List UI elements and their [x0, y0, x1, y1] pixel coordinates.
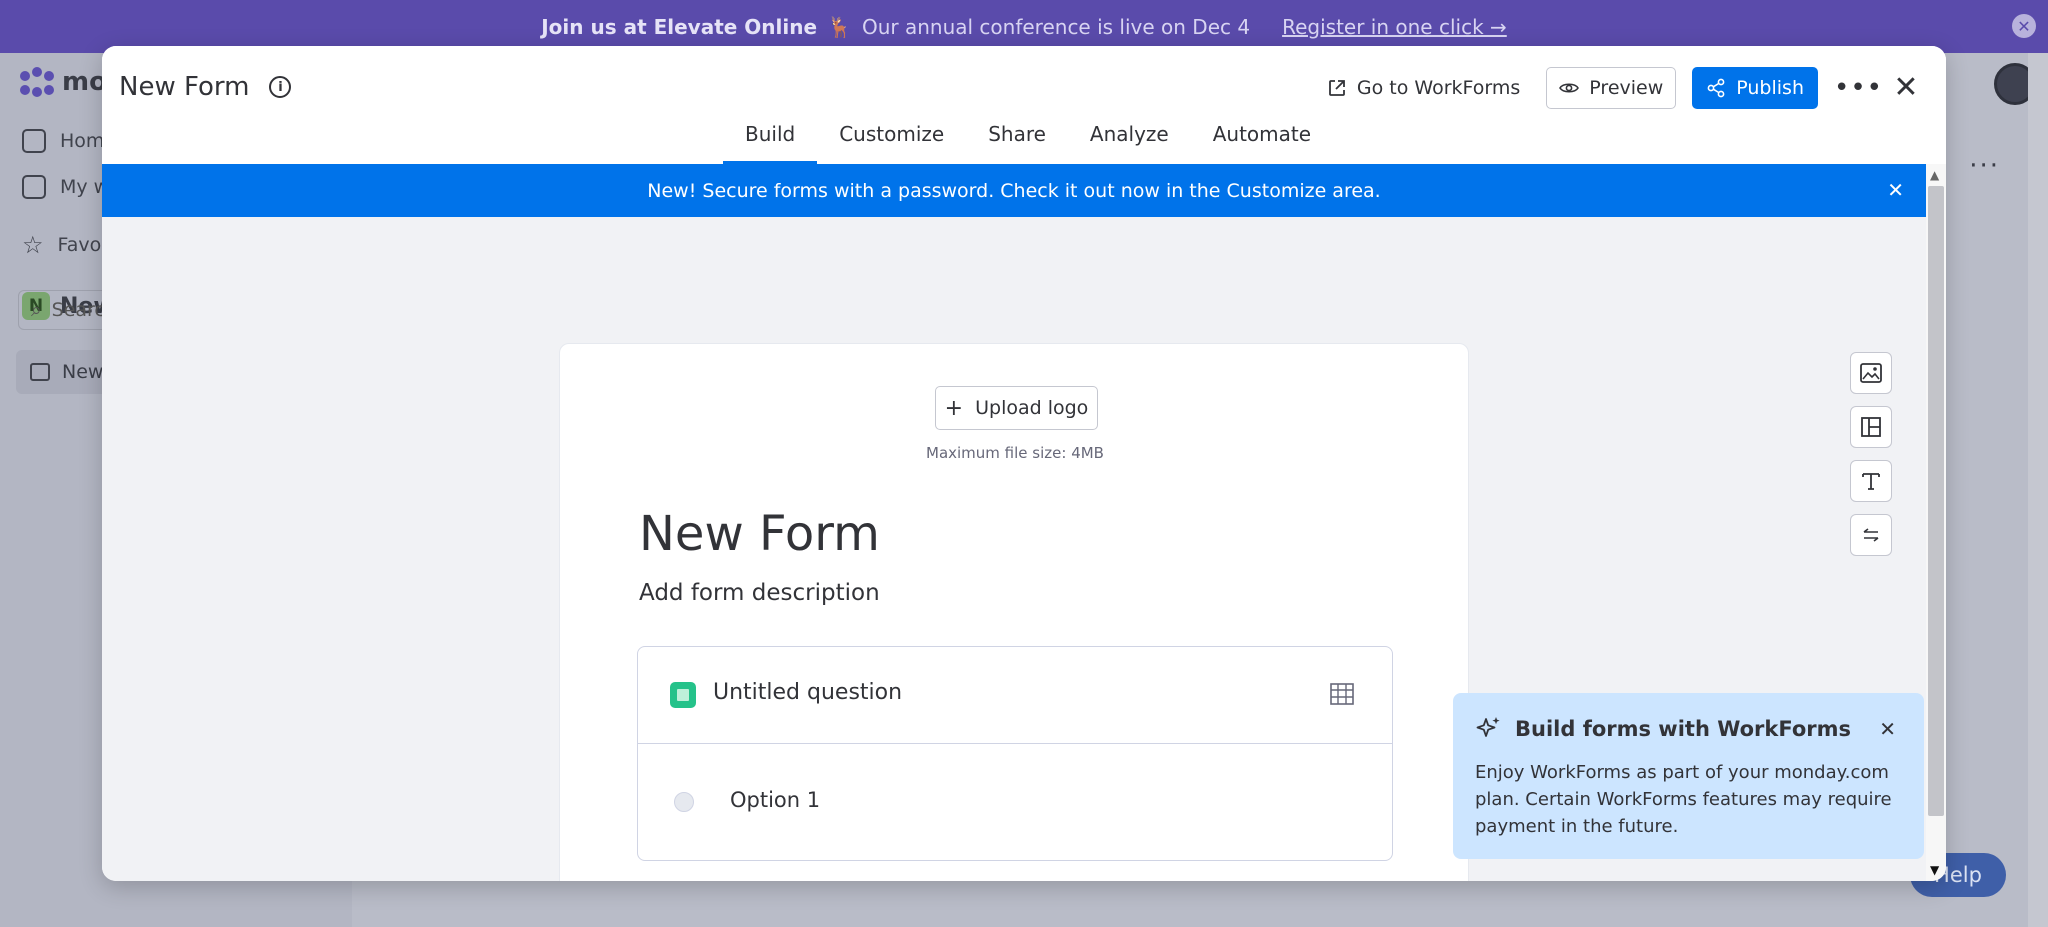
plus-icon: + [944, 395, 964, 421]
swap-tool-button[interactable] [1850, 514, 1892, 556]
sidebar-item-favorites[interactable]: ☆ Favori [22, 231, 114, 259]
tab-customize[interactable]: Customize [817, 116, 966, 164]
promo-body: Enjoy WorkForms as part of your monday.c… [1475, 762, 1892, 837]
sidebar-item-my-work[interactable]: My w [22, 175, 109, 199]
publish-button[interactable]: Publish [1692, 67, 1818, 109]
max-file-size: Maximum file size: 4MB [926, 444, 1104, 462]
tab-automate[interactable]: Automate [1191, 116, 1333, 164]
monday-logo: mo [20, 67, 107, 97]
text-icon [1862, 473, 1880, 490]
sidebar-item-label: New [62, 361, 104, 383]
publish-label: Publish [1736, 77, 1804, 99]
home-icon [22, 129, 46, 153]
layout-icon [1861, 417, 1881, 437]
add-question-icon[interactable]: + [1007, 876, 1027, 881]
text-tool-button[interactable] [1850, 460, 1892, 502]
option-label[interactable]: Option 1 [730, 788, 820, 812]
form-description[interactable]: Add form description [639, 580, 880, 606]
share-icon [1707, 78, 1725, 98]
modal-tabs: Build Customize Share Analyze Automate [723, 116, 1333, 164]
search-icon: ⌕ [31, 299, 42, 321]
promo-close-icon[interactable]: ✕ [1879, 717, 1896, 741]
side-toolbar [1850, 352, 1892, 556]
board-icon [30, 363, 50, 381]
upload-logo-button[interactable]: + Upload logo [935, 386, 1098, 430]
form-card: + Upload logo Maximum file size: 4MB New… [559, 343, 1469, 881]
upload-logo-label: Upload logo [975, 397, 1089, 419]
modal-actions: Go to WorkForms Preview Publish ••• ✕ [1317, 67, 1926, 109]
promo-header: Build forms with WorkForms [1475, 715, 1902, 743]
scroll-up-icon[interactable]: ▲ [1930, 168, 1939, 182]
workforms-promo: Build forms with WorkForms Enjoy WorkFor… [1453, 693, 1924, 859]
modal-title[interactable]: New Form [119, 72, 249, 102]
announcement-emoji: 🦌 [827, 14, 852, 39]
register-link[interactable]: Register in one click → [1282, 15, 1507, 39]
question-header: Untitled question [638, 647, 1392, 744]
banner-close-icon[interactable]: ✕ [1887, 178, 1904, 202]
image-icon [1860, 363, 1882, 383]
promo-title: Build forms with WorkForms [1515, 717, 1852, 741]
form-title[interactable]: New Form [639, 506, 880, 562]
close-modal-icon[interactable]: ✕ [1886, 73, 1926, 103]
announcement-close-icon[interactable]: ✕ [2012, 14, 2036, 38]
banner-text: New! Secure forms with a password. Check… [647, 179, 1381, 202]
modal-title-area: New Form i [119, 72, 292, 102]
external-link-icon [1329, 80, 1345, 96]
tab-build[interactable]: Build [723, 116, 818, 164]
question-block[interactable]: Untitled question Option 1 [637, 646, 1393, 861]
announcement-text: Our annual conference is live on Dec 4 [861, 14, 1251, 39]
more-options-icon[interactable]: ••• [1834, 73, 1882, 103]
eye-icon [1559, 83, 1580, 93]
info-icon[interactable]: i [269, 76, 292, 98]
swap-arrows-icon [1863, 528, 1879, 542]
scroll-down-icon[interactable]: ▼ [1930, 863, 1939, 877]
star-icon: ☆ [22, 231, 44, 259]
calendar-check-icon [22, 175, 46, 199]
image-tool-button[interactable] [1850, 352, 1892, 394]
layout-tool-button[interactable] [1850, 406, 1892, 448]
go-to-workforms-button[interactable]: Go to WorkForms [1317, 67, 1530, 109]
feature-banner: New! Secure forms with a password. Check… [102, 164, 1926, 217]
monday-logo-icon [20, 67, 54, 97]
question-title[interactable]: Untitled question [713, 680, 902, 705]
modal-scrollbar[interactable]: ▲ ▼ [1926, 164, 1946, 881]
table-grid-icon[interactable] [1330, 683, 1354, 705]
question-type-icon [670, 682, 696, 708]
tab-analyze[interactable]: Analyze [1068, 116, 1191, 164]
scrollbar-thumb[interactable] [1928, 186, 1944, 816]
background-scrollbar[interactable] [2028, 53, 2048, 927]
option-radio[interactable] [674, 792, 694, 812]
board-more-icon[interactable]: ··· [1969, 151, 2000, 181]
modal-header: New Form i Go to WorkForms Preview Publi… [102, 46, 1946, 164]
announcement-bold: Join us at Elevate Online [541, 14, 818, 39]
go-to-workforms-label: Go to WorkForms [1356, 77, 1521, 99]
tab-share[interactable]: Share [966, 116, 1068, 164]
preview-label: Preview [1589, 77, 1664, 99]
logo-text: mo [62, 67, 107, 97]
preview-button[interactable]: Preview [1546, 67, 1677, 109]
sparkle-icon [1476, 717, 1500, 737]
